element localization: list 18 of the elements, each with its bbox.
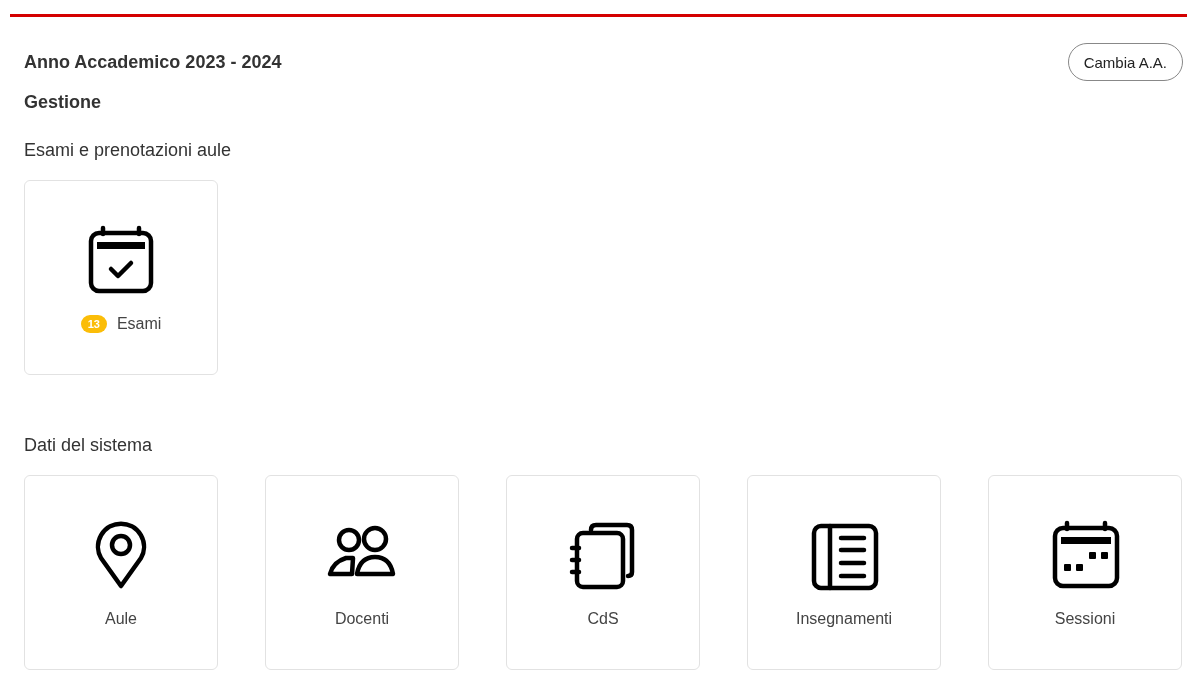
menu-card[interactable]: Aule bbox=[24, 475, 218, 670]
menu-card[interactable]: Docenti bbox=[265, 475, 459, 670]
section-heading: Gestione bbox=[24, 92, 103, 113]
academic-year-title: Anno Accademico 2023 - 2024 bbox=[24, 51, 282, 73]
card-label: Aule bbox=[105, 610, 137, 628]
card-label: CdS bbox=[587, 610, 619, 628]
menu-card[interactable]: 13 Esami bbox=[24, 180, 218, 375]
card-label: Esami bbox=[116, 315, 162, 333]
change-year-button[interactable]: Cambia A.A. bbox=[1067, 43, 1183, 81]
card-label: Sessioni bbox=[1054, 610, 1116, 628]
menu-card[interactable]: Sessioni bbox=[988, 475, 1182, 670]
menu-card[interactable]: CdS bbox=[506, 475, 700, 670]
count-badge: 13 bbox=[80, 315, 107, 333]
card-label: Insegnamenti bbox=[795, 610, 893, 628]
section-title: Esami e prenotazioni aule bbox=[24, 140, 233, 161]
section-title: Dati del sistema bbox=[24, 435, 154, 456]
card-label: Docenti bbox=[334, 610, 390, 628]
menu-card[interactable]: Insegnamenti bbox=[747, 475, 941, 670]
